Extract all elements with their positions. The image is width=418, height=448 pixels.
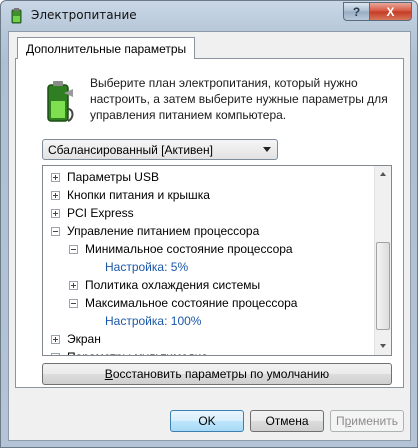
vertical-scrollbar[interactable]	[374, 166, 391, 355]
scroll-thumb[interactable]	[376, 242, 390, 330]
apply-label-pre: П	[335, 414, 345, 428]
help-button[interactable]: ?	[343, 2, 370, 21]
expand-plus-icon[interactable]	[51, 190, 60, 200]
battery-plug-icon	[47, 81, 74, 122]
tree-setting-row[interactable]: Настройка: 100%	[105, 312, 201, 330]
close-button[interactable]: X	[369, 2, 412, 21]
tab-advanced-settings[interactable]: Дополнительные параметры	[17, 37, 196, 59]
intro-text: Выберите план электропитания, который ну…	[90, 76, 388, 122]
expand-plus-icon[interactable]	[51, 352, 60, 355]
cancel-button[interactable]: Отмена	[250, 410, 324, 432]
tree-item-label[interactable]: Настройка:	[105, 314, 167, 328]
advanced-settings-panel: Выберите план электропитания, который ну…	[15, 58, 404, 388]
apply-button[interactable]: Пр именить	[330, 410, 404, 432]
dialog-client-area: Дополнительные параметры Выберите план э…	[8, 31, 411, 441]
apply-label-accel: р	[344, 414, 352, 428]
restore-label-post: осстановить параметры по умолчанию	[112, 367, 330, 381]
power-plan-dropdown[interactable]: Сбалансированный [Активен]	[42, 139, 278, 160]
tree-item[interactable]: Кнопки питания и крышка	[51, 186, 210, 204]
power-plan-icon	[11, 8, 22, 24]
power-plan-value: Сбалансированный [Активен]	[48, 142, 213, 157]
expand-plus-icon[interactable]	[51, 172, 60, 182]
apply-label-post: именить	[351, 414, 399, 428]
tree-setting-row[interactable]: Настройка: 5%	[105, 258, 188, 276]
tree-item-label: Параметры USB	[67, 170, 159, 184]
chevron-down-icon	[263, 147, 271, 152]
expand-plus-icon[interactable]	[69, 280, 78, 290]
collapse-minus-icon[interactable]	[69, 244, 78, 254]
title-bar[interactable]: Электропитание ? X	[1, 1, 417, 31]
tree-item[interactable]: PCI Express	[51, 204, 134, 222]
tree-item-label: Экран	[67, 332, 101, 346]
tree-item-label: Политика охлаждения системы	[85, 278, 261, 292]
restore-label-accel: В	[104, 367, 113, 381]
tree-item-label: Максимальное состояние процессора	[85, 296, 298, 310]
tree-item[interactable]: Параметры USB	[51, 168, 159, 186]
collapse-minus-icon[interactable]	[69, 298, 78, 308]
tree-item-label: Параметры мультимедиа	[67, 350, 208, 355]
scroll-up-arrow-icon[interactable]	[375, 166, 391, 183]
expand-plus-icon[interactable]	[51, 334, 60, 344]
scroll-down-arrow-icon[interactable]	[375, 338, 391, 355]
tree-item-label: Минимальное состояние процессора	[85, 242, 293, 256]
tree-item[interactable]: Параметры мультимедиа	[51, 348, 208, 355]
ok-button[interactable]: OK	[170, 410, 244, 432]
power-options-window: Электропитание ? X Дополнительные параме…	[0, 0, 418, 448]
restore-defaults-button[interactable]: Восстановить параметры по умолчанию	[42, 363, 392, 385]
tree-item[interactable]: Экран	[51, 330, 101, 348]
tree-setting-value[interactable]: 100%	[171, 314, 202, 328]
tree-item-label: Управление питанием процессора	[67, 224, 260, 238]
tree-item-label: Кнопки питания и крышка	[67, 188, 210, 202]
tree-item[interactable]: Политика охлаждения системы	[69, 276, 260, 294]
tree-item[interactable]: Максимальное состояние процессора	[69, 294, 297, 312]
tree-setting-value[interactable]: 5%	[171, 260, 188, 274]
tree-item[interactable]: Управление питанием процессора	[51, 222, 259, 240]
collapse-minus-icon[interactable]	[51, 226, 60, 236]
settings-tree[interactable]: Параметры USB Кнопки питания и крышка PCI …	[42, 165, 392, 356]
tree-item-label: PCI Express	[67, 206, 134, 220]
tree-item-label[interactable]: Настройка:	[105, 260, 167, 274]
window-title: Электропитание	[31, 8, 137, 22]
tree-item[interactable]: Минимальное состояние процессора	[69, 240, 293, 258]
expand-plus-icon[interactable]	[51, 208, 60, 218]
